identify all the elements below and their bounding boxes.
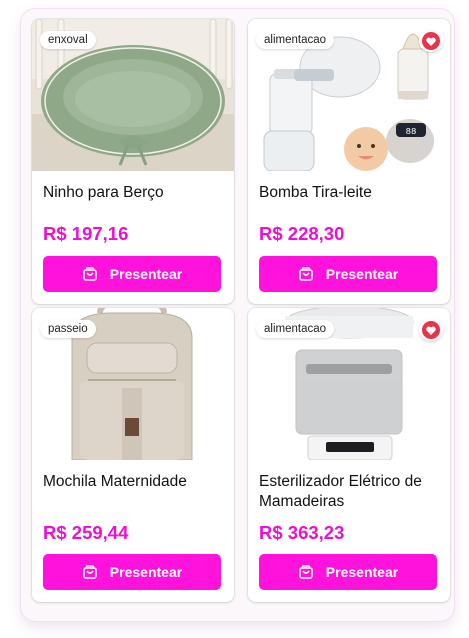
product-title: Mochila Maternidade bbox=[43, 473, 187, 490]
gift-bag-icon bbox=[298, 565, 313, 579]
presentear-button[interactable]: Presentear bbox=[259, 554, 437, 590]
product-card[interactable]: 88 alimentacao Bomba Tira-leite R$ 228,3… bbox=[248, 19, 450, 304]
product-title: Esterilizador Elétrico de Mamadeiras bbox=[259, 473, 422, 510]
gift-bag-icon bbox=[298, 267, 313, 281]
category-tag: alimentacao bbox=[256, 31, 335, 49]
product-price: R$ 197,16 bbox=[43, 223, 129, 244]
button-label: Presentear bbox=[109, 266, 183, 282]
product-price: R$ 259,44 bbox=[43, 522, 129, 543]
category-tag: enxoval bbox=[40, 31, 96, 49]
product-title: Bomba Tira-leite bbox=[259, 184, 372, 201]
presentear-button[interactable]: Presentear bbox=[43, 256, 221, 292]
gift-bag-icon bbox=[82, 565, 97, 579]
presentear-button[interactable]: Presentear bbox=[259, 256, 437, 292]
heart-icon bbox=[422, 32, 440, 50]
button-label: Presentear bbox=[109, 564, 183, 580]
heart-icon bbox=[422, 321, 440, 339]
category-tag: passeio bbox=[40, 320, 96, 338]
product-card[interactable]: alimentacao Esterilizador Elétrico de Ma… bbox=[248, 308, 450, 602]
product-card[interactable]: passeio Mochila Maternidade R$ 259,44 Pr… bbox=[32, 308, 234, 602]
product-card[interactable]: enxoval Ninho para Berço R$ 197,16 Prese… bbox=[32, 19, 234, 304]
favorite-button[interactable] bbox=[419, 319, 443, 341]
product-price: R$ 363,23 bbox=[259, 522, 345, 543]
gift-bag-icon bbox=[82, 267, 97, 281]
button-label: Presentear bbox=[325, 266, 399, 282]
product-title: Ninho para Berço bbox=[43, 184, 164, 201]
product-price: R$ 228,30 bbox=[259, 223, 345, 244]
favorite-button[interactable] bbox=[419, 30, 443, 52]
product-grid: enxoval Ninho para Berço R$ 197,16 Prese… bbox=[21, 9, 454, 621]
presentear-button[interactable]: Presentear bbox=[43, 554, 221, 590]
category-tag: alimentacao bbox=[256, 320, 335, 338]
svg-text:88: 88 bbox=[406, 127, 417, 137]
button-label: Presentear bbox=[325, 564, 399, 580]
